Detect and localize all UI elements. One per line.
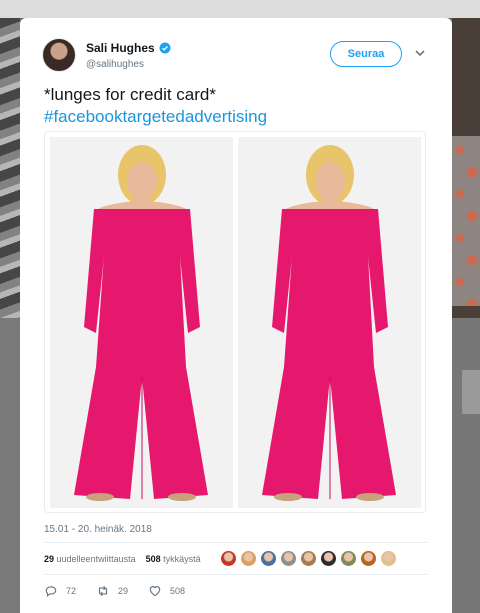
liker-avatars	[220, 550, 397, 567]
background-photo-left	[0, 18, 20, 318]
like-stat[interactable]: 508 tykkäystä	[146, 554, 201, 564]
background-panel-right	[452, 318, 480, 613]
hashtag-link[interactable]: #facebooktargetedadvertising	[44, 106, 267, 128]
retweet-button[interactable]: 29	[96, 584, 128, 598]
retweet-icon	[98, 585, 108, 597]
tweet-timestamp[interactable]: 15.01 - 20. heinäk. 2018	[44, 524, 152, 535]
reply-count: 72	[66, 586, 77, 596]
retweet-count: 29	[44, 554, 55, 564]
background-topbar	[0, 0, 480, 18]
reply-button[interactable]: 72	[44, 584, 76, 598]
jumpsuit-model-illustration	[50, 137, 233, 508]
liker-avatar[interactable]	[260, 550, 277, 567]
like-count: 508	[145, 554, 161, 564]
tweet-modal: Sali Hughes @salihughes Seuraa *lunges f…	[20, 18, 452, 613]
liker-avatar[interactable]	[220, 550, 237, 567]
jumpsuit-model-illustration	[238, 137, 421, 508]
retweet-label: uudelleentwiittausta	[56, 554, 136, 564]
background-photo-right	[452, 18, 480, 318]
verified-badge-icon	[159, 42, 171, 54]
heart-icon	[149, 586, 161, 597]
avatar[interactable]	[42, 38, 76, 72]
liker-avatar[interactable]	[340, 550, 357, 567]
tweet-actions: 72 29 508	[44, 584, 185, 598]
liker-avatar[interactable]	[380, 550, 397, 567]
liker-avatar[interactable]	[240, 550, 257, 567]
background-panel-left	[0, 318, 20, 613]
liker-avatar[interactable]	[320, 550, 337, 567]
product-photo-right[interactable]	[238, 137, 421, 508]
author-name[interactable]: Sali Hughes	[86, 41, 155, 55]
tweet-stats: 29 uudelleentwiittausta 508 tykkäystä	[44, 554, 201, 564]
follow-button[interactable]: Seuraa	[330, 41, 402, 67]
divider	[44, 574, 428, 575]
like-action-count: 508	[170, 586, 186, 596]
author-handle[interactable]: @salihughes	[86, 59, 144, 70]
tweet-text: *lunges for credit card*	[44, 85, 216, 104]
retweet-stat[interactable]: 29 uudelleentwiittausta	[44, 554, 136, 564]
author-name-row[interactable]: Sali Hughes	[86, 41, 171, 55]
liker-avatar[interactable]	[360, 550, 377, 567]
liker-avatar[interactable]	[280, 550, 297, 567]
chevron-down-icon[interactable]	[414, 47, 426, 59]
tweet-media[interactable]	[44, 131, 426, 513]
retweet-action-count: 29	[118, 586, 129, 596]
tweet-header: Sali Hughes @salihughes Seuraa	[42, 38, 432, 74]
reply-icon	[45, 586, 57, 597]
liker-avatar[interactable]	[300, 550, 317, 567]
divider	[44, 542, 428, 543]
product-photo-left[interactable]	[50, 137, 233, 508]
background-card	[462, 370, 480, 414]
background-pattern	[452, 136, 480, 306]
like-button[interactable]: 508	[148, 584, 185, 598]
like-label: tykkäystä	[163, 554, 201, 564]
